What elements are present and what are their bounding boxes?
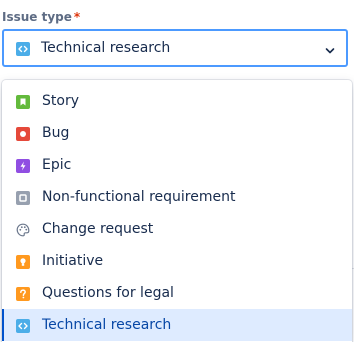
menu-item-label: Epic xyxy=(42,157,72,173)
menu-item-bug[interactable]: Bug xyxy=(2,117,352,149)
required-marker: * xyxy=(73,10,81,24)
menu-item-label: Non-functional requirement xyxy=(42,189,236,205)
issue-type-label-text: Issue type xyxy=(2,10,72,24)
menu-item-label: Bug xyxy=(42,125,70,141)
questions-for-legal-icon xyxy=(16,286,30,301)
story-icon xyxy=(16,94,30,109)
menu-item-technical-research[interactable]: Technical research xyxy=(2,309,352,341)
menu-item-label: Story xyxy=(42,93,79,109)
menu-item-label: Technical research xyxy=(42,317,172,333)
chevron-down-icon[interactable] xyxy=(324,42,336,54)
issue-type-selected-value: Technical research xyxy=(41,40,171,56)
epic-icon xyxy=(16,158,30,173)
menu-item-change-request[interactable]: Change request xyxy=(2,213,352,245)
menu-item-story[interactable]: Story xyxy=(2,85,352,117)
menu-item-label: Questions for legal xyxy=(42,285,174,301)
issue-type-dropdown-menu: Story Bug Epic Non-functional requiremen… xyxy=(2,80,352,342)
menu-item-questions-for-legal[interactable]: Questions for legal xyxy=(2,277,352,309)
non-functional-requirement-icon xyxy=(16,190,30,205)
issue-type-label: Issue type * xyxy=(2,8,80,26)
issue-type-select[interactable]: Technical research xyxy=(2,29,348,67)
menu-item-label: Change request xyxy=(42,221,154,237)
technical-research-icon xyxy=(16,41,30,60)
menu-item-initiative[interactable]: Initiative xyxy=(2,245,352,277)
initiative-icon xyxy=(16,254,30,269)
menu-item-label: Initiative xyxy=(42,253,104,269)
bug-icon xyxy=(16,126,30,141)
technical-research-icon xyxy=(16,318,30,333)
menu-item-epic[interactable]: Epic xyxy=(2,149,352,181)
menu-item-non-functional-requirement[interactable]: Non-functional requirement xyxy=(2,181,352,213)
change-request-icon xyxy=(16,222,30,237)
